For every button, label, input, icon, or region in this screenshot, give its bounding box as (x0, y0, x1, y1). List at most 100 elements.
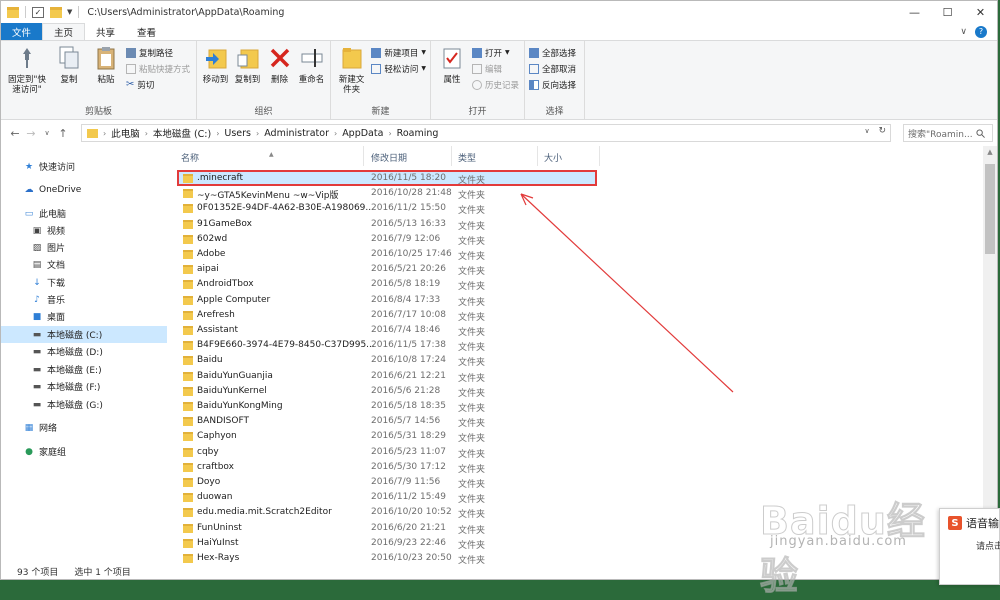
nav-item[interactable]: ▬ 本地磁盘 (C:) (1, 326, 167, 343)
nav-item[interactable]: ★ 快速访问 (1, 158, 167, 175)
column-divider[interactable] (537, 146, 538, 166)
column-type-header[interactable]: 类型 (458, 151, 476, 164)
table-row[interactable]: 91GameBox 2016/5/13 16:33 文件夹 (177, 217, 597, 232)
properties-quick-icon[interactable]: ✓ (32, 6, 44, 18)
scroll-thumb[interactable] (985, 164, 995, 254)
copy-path-button[interactable]: 复制路径 (126, 46, 190, 59)
edit-button[interactable]: 编辑 (472, 62, 519, 75)
table-row[interactable]: Arefresh 2016/7/17 10:08 文件夹 (177, 308, 597, 323)
table-row[interactable]: Baidu 2016/10/8 17:24 文件夹 (177, 353, 597, 368)
breadcrumb-administrator[interactable]: Administrator (264, 128, 329, 139)
tab-home[interactable]: 主页 (42, 23, 86, 40)
file-name: Caphyon (197, 431, 237, 442)
column-name-header[interactable]: 名称 (181, 151, 199, 164)
table-row[interactable]: Assistant 2016/7/4 18:46 文件夹 (177, 323, 597, 338)
back-arrow-icon[interactable]: ← (7, 127, 23, 140)
nav-item[interactable]: ■ 桌面 (1, 308, 167, 325)
help-icon[interactable]: ? (975, 25, 987, 38)
select-all-button[interactable]: 全部选择 (529, 46, 576, 59)
column-divider[interactable] (451, 146, 452, 166)
tab-share[interactable]: 共享 (85, 23, 126, 40)
nav-item[interactable]: ▣ 视频 (1, 222, 167, 239)
ime-popup[interactable]: S 语音输 请点击 (939, 508, 1000, 585)
table-row[interactable]: Caphyon 2016/5/31 18:29 文件夹 (177, 429, 597, 444)
up-arrow-icon[interactable]: ↑ (55, 127, 71, 140)
table-row[interactable]: BaiduYunKernel 2016/5/6 21:28 文件夹 (177, 384, 597, 399)
table-row[interactable]: AndroidTbox 2016/5/8 18:19 文件夹 (177, 277, 597, 292)
invert-selection-button[interactable]: 反向选择 (529, 78, 576, 91)
new-item-button[interactable]: 新建项目 ▼ (371, 46, 426, 59)
column-divider[interactable] (363, 146, 364, 166)
table-row[interactable]: ~y~GTA5KevinMenu ~w~Vip版 2016/10/28 21:48… (177, 186, 597, 201)
forward-arrow-icon[interactable]: → (23, 127, 39, 140)
new-folder-quick-icon[interactable] (50, 6, 62, 18)
table-row[interactable]: Apple Computer 2016/8/4 17:33 文件夹 (177, 293, 597, 308)
table-row[interactable]: BaiduYunKongMing 2016/5/18 18:35 文件夹 (177, 399, 597, 414)
nav-item[interactable]: ● 家庭组 (1, 443, 167, 460)
table-row[interactable]: B4F9E660-3974-4E79-8450-C37D995... 2016/1… (177, 338, 597, 353)
close-button[interactable]: ✕ (964, 1, 997, 23)
address-bar[interactable]: › 此电脑 › 本地磁盘 (C:) › Users › Administrato… (81, 124, 891, 142)
column-date-header[interactable]: 修改日期 (371, 151, 407, 164)
table-row[interactable]: BANDISOFT 2016/5/7 14:56 文件夹 (177, 414, 597, 429)
table-row[interactable]: 0F01352E-94DF-4A62-B30E-A198069... 2016/1… (177, 201, 597, 216)
expand-ribbon-icon[interactable]: ∨ (960, 27, 967, 37)
chevron-right-icon[interactable]: › (334, 129, 337, 138)
chevron-right-icon[interactable]: › (145, 129, 148, 138)
vertical-scrollbar[interactable]: ▲ ▼ (983, 146, 997, 561)
nav-item[interactable]: ☁ OneDrive (1, 181, 167, 198)
open-button[interactable]: 打开 ▼ (472, 46, 519, 59)
table-row[interactable]: Doyo 2016/7/9 11:56 文件夹 (177, 475, 597, 490)
easy-access-button[interactable]: 轻松访问 ▼ (371, 62, 426, 75)
history-button[interactable]: 历史记录 (472, 78, 519, 91)
minimize-button[interactable]: — (898, 1, 931, 23)
nav-item[interactable]: ▬ 本地磁盘 (D:) (1, 343, 167, 360)
quick-access-dropdown-icon[interactable]: ▼ (67, 8, 72, 16)
nav-item[interactable]: ▬ 本地磁盘 (E:) (1, 361, 167, 378)
scroll-up-icon[interactable]: ▲ (983, 148, 997, 156)
breadcrumb-appdata[interactable]: AppData (342, 128, 383, 139)
breadcrumb-this-pc[interactable]: 此电脑 (111, 126, 140, 140)
table-row[interactable]: HaiYuInst 2016/9/23 22:46 文件夹 (177, 536, 597, 551)
nav-item[interactable]: ♪ 音乐 (1, 291, 167, 308)
table-row[interactable]: edu.media.mit.Scratch2Editor 2016/10/20 1… (177, 505, 597, 520)
nav-item[interactable]: ▨ 图片 (1, 239, 167, 256)
address-dropdown-icon[interactable]: ∨ (864, 127, 869, 135)
table-row[interactable]: aipai 2016/5/21 20:26 文件夹 (177, 262, 597, 277)
recent-locations-dropdown-icon[interactable]: ∨ (39, 129, 55, 137)
table-row[interactable]: 602wd 2016/7/9 12:06 文件夹 (177, 232, 597, 247)
chevron-right-icon[interactable]: › (388, 129, 391, 138)
column-divider[interactable] (599, 146, 600, 166)
breadcrumb-roaming[interactable]: Roaming (397, 128, 439, 139)
nav-item[interactable]: ↓ 下载 (1, 274, 167, 291)
file-type: 文件夹 (458, 191, 486, 202)
maximize-button[interactable]: ☐ (931, 1, 964, 23)
breadcrumb-users[interactable]: Users (224, 128, 251, 139)
cut-button[interactable]: ✂ 剪切 (126, 78, 190, 91)
table-row[interactable]: craftbox 2016/5/30 17:12 文件夹 (177, 460, 597, 475)
drive-icon: ▬ (32, 381, 42, 392)
tab-view[interactable]: 查看 (126, 23, 167, 40)
nav-item[interactable]: ▦ 网络 (1, 419, 167, 436)
chevron-right-icon[interactable]: › (103, 129, 106, 138)
column-size-header[interactable]: 大小 (544, 151, 562, 164)
breadcrumb-drive-c[interactable]: 本地磁盘 (C:) (153, 126, 211, 140)
table-row[interactable]: duowan 2016/11/2 15:49 文件夹 (177, 490, 597, 505)
refresh-icon[interactable]: ↻ (878, 126, 886, 136)
nav-item[interactable]: ▭ 此电脑 (1, 205, 167, 222)
nav-item[interactable]: ▬ 本地磁盘 (F:) (1, 378, 167, 395)
table-row[interactable]: FunUninst 2016/6/20 21:21 文件夹 (177, 521, 597, 536)
table-row[interactable]: cqby 2016/5/23 11:07 文件夹 (177, 445, 597, 460)
tab-file[interactable]: 文件 (1, 23, 43, 40)
file-name: 0F01352E-94DF-4A62-B30E-A198069... (197, 203, 374, 214)
file-date: 2016/6/20 21:21 (371, 522, 446, 533)
nav-item[interactable]: ▬ 本地磁盘 (G:) (1, 396, 167, 413)
paste-shortcut-button[interactable]: 粘贴快捷方式 (126, 62, 190, 75)
chevron-right-icon[interactable]: › (216, 129, 219, 138)
chevron-right-icon[interactable]: › (256, 129, 259, 138)
search-input[interactable]: 搜索"Roamin... (903, 124, 993, 142)
select-none-button[interactable]: 全部取消 (529, 62, 576, 75)
nav-item[interactable]: ▤ 文档 (1, 256, 167, 273)
table-row[interactable]: BaiduYunGuanjia 2016/6/21 12:21 文件夹 (177, 369, 597, 384)
table-row[interactable]: Adobe 2016/10/25 17:46 文件夹 (177, 247, 597, 262)
